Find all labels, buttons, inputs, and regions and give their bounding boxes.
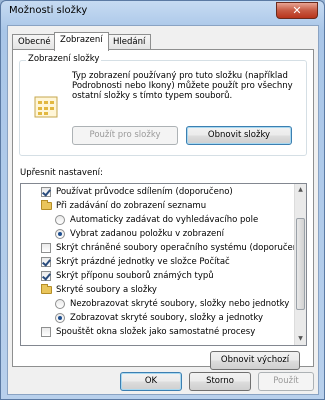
folder-views-icon (34, 96, 58, 118)
checkbox[interactable] (41, 271, 51, 281)
scrollbar-thumb[interactable] (296, 218, 305, 310)
folder-views-description: Typ zobrazení používaný pro tuto složku … (72, 71, 293, 101)
checkbox[interactable] (41, 327, 51, 337)
apply-button[interactable]: Použít (258, 372, 314, 391)
scroll-up-icon[interactable]: ▲ (295, 184, 306, 196)
tab-view[interactable]: Zobrazení (54, 32, 109, 51)
restore-defaults-button[interactable]: Obnovit výchozí (210, 351, 300, 370)
apply-to-folders-button[interactable]: Použít pro složky (72, 126, 178, 145)
window-title: Možnosti složky (9, 5, 88, 16)
tab-search[interactable]: Hledání (107, 34, 152, 50)
view-tab-panel: Zobrazení složky Typ zobrazení používaný… (12, 49, 314, 370)
title-bar[interactable]: Možnosti složky ✕ (1, 1, 324, 23)
folder-icon (41, 284, 52, 294)
radio-button[interactable] (55, 215, 65, 225)
vertical-scrollbar[interactable]: ▲ ▼ (294, 184, 306, 345)
tab-general[interactable]: Obecné (12, 34, 57, 50)
folder-icon (41, 200, 52, 210)
radio-button[interactable] (55, 299, 65, 309)
folder-views-group: Zobrazení složky Typ zobrazení používaný… (19, 54, 307, 156)
close-button[interactable]: ✕ (276, 2, 318, 19)
radio-button[interactable] (55, 229, 65, 239)
checkbox[interactable] (41, 187, 51, 197)
radio-button[interactable] (55, 313, 65, 323)
reset-folders-button[interactable]: Obnovit složky (186, 126, 292, 145)
checkbox[interactable] (41, 257, 51, 267)
advanced-settings-label: Upřesnit nastavení: (20, 168, 103, 178)
close-icon: ✕ (292, 4, 302, 17)
ok-button[interactable]: OK (120, 372, 182, 391)
checkbox[interactable] (41, 243, 51, 253)
advanced-settings-list[interactable]: Používat průvodce sdílením (doporučeno) … (20, 183, 307, 346)
cancel-button[interactable]: Storno (189, 372, 251, 391)
dialog-client: Obecné Zobrazení Hledání Zobrazení složk… (7, 25, 319, 395)
folder-views-label: Zobrazení složky (26, 54, 102, 64)
folder-options-window: Možnosti složky ✕ Obecné Zobrazení Hledá… (0, 0, 325, 400)
scroll-down-icon[interactable]: ▼ (295, 333, 306, 345)
